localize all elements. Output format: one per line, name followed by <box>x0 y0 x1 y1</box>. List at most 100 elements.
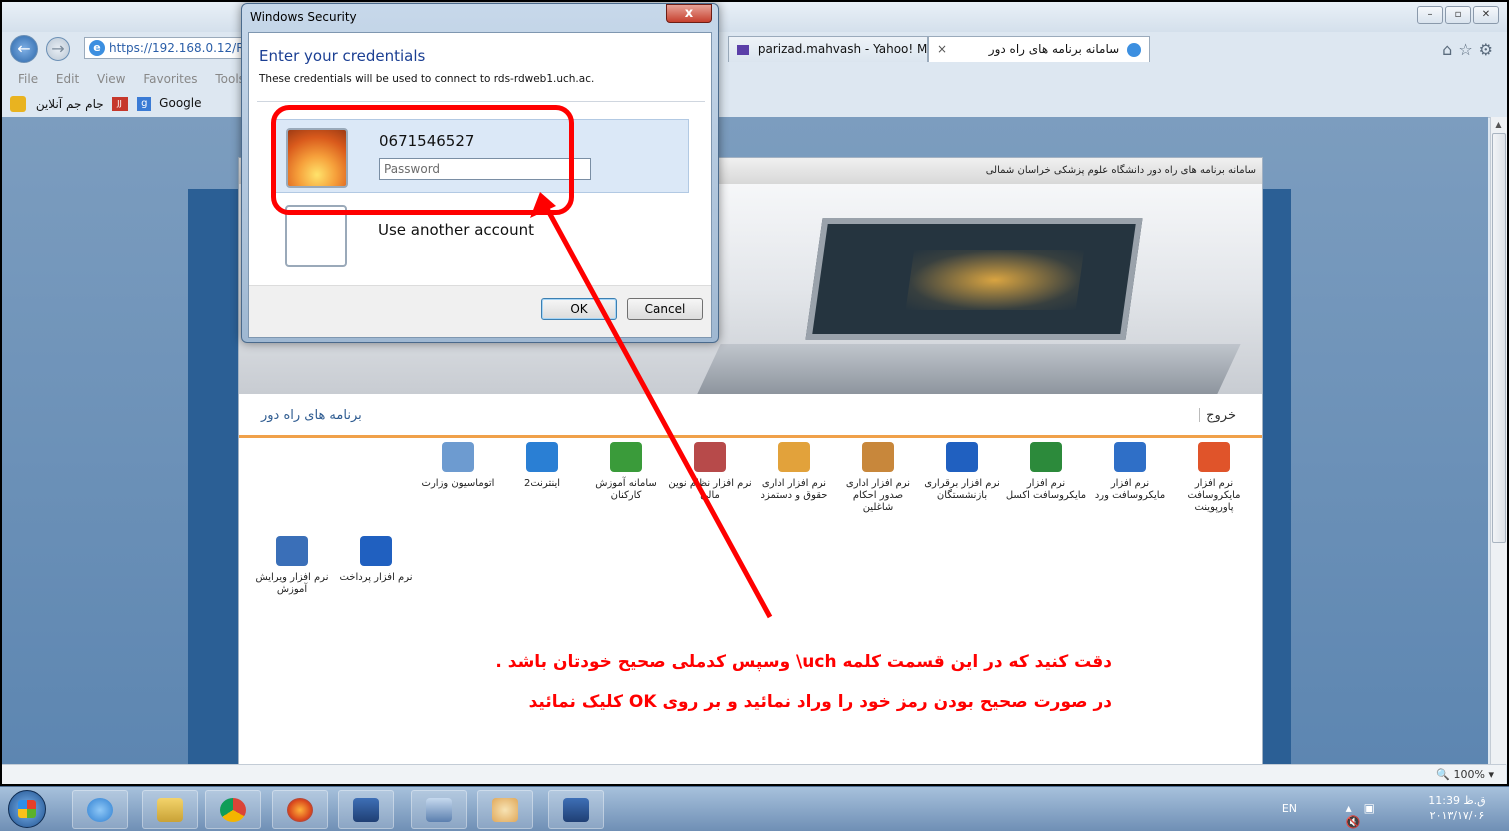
favorite-jamejam[interactable]: جام جم آنلاین <box>36 91 104 117</box>
app-label: نرم افزار اداری صدور احکام شاغلین <box>845 478 911 513</box>
taskbar-explorer[interactable] <box>142 790 198 829</box>
app-pensioners[interactable]: نرم افزار برقراری بازنشستگان <box>920 442 1004 502</box>
favorites-star-icon[interactable]: ☆ <box>1458 40 1478 59</box>
app-label: نرم افزار پرداخت <box>339 572 413 583</box>
taskbar-ie[interactable] <box>72 790 128 829</box>
cancel-button[interactable]: Cancel <box>627 298 703 320</box>
nav-title: برنامه های راه دور <box>261 408 362 423</box>
google-icon: g <box>137 96 152 111</box>
start-button[interactable] <box>8 790 46 828</box>
other-account-tile[interactable]: Use another account <box>273 205 689 275</box>
exit-link[interactable]: خروج <box>1206 408 1236 423</box>
app-employment-orders[interactable]: نرم افزار اداری صدور احکام شاغلین <box>836 442 920 514</box>
forward-button[interactable]: → <box>46 37 70 61</box>
tab-label: سامانه برنامه های راه دور <box>988 42 1120 56</box>
dialog-divider <box>257 101 705 102</box>
app-powerpoint[interactable]: نرم افزار مایکروسافت پاورپوینت <box>1172 442 1256 514</box>
network-icon <box>426 798 452 822</box>
address-bar[interactable]: e https://192.168.0.12/R <box>84 37 244 59</box>
paint-icon <box>492 798 518 822</box>
dialog-heading: Enter your credentials <box>259 47 426 65</box>
instruction-annotation: دقت کنید که در این قسمت کلمه uch\ وسپس ک… <box>312 652 1112 732</box>
education-edit-icon <box>276 536 308 566</box>
app-label: سامانه آموزش کارکنان <box>595 478 657 501</box>
laptop-base-image <box>697 344 1241 394</box>
tab-close-icon[interactable]: × <box>937 37 947 61</box>
clock-date: ۲۰۱۳/۱۷/۰۶ <box>1429 809 1485 822</box>
taskbar-network[interactable] <box>411 790 467 829</box>
firefox-icon <box>287 798 313 822</box>
instruction-line-2: در صورت صحیح بودن رمز خود را وراد نمائید… <box>528 692 1112 712</box>
tab-yahoo-mail[interactable]: parizad.mahvash - Yahoo! Mail <box>728 36 928 62</box>
status-bar: 🔍 100% ▾ <box>2 764 1506 784</box>
menu-bar: File Edit View Favorites Tools <box>2 68 1507 90</box>
highlight-rectangle <box>271 105 574 215</box>
scroll-thumb[interactable] <box>1492 133 1506 543</box>
minimize-button[interactable]: – <box>1417 6 1443 24</box>
clock[interactable]: 11:39 ق.ظ ۲۰۱۳/۱۷/۰۶ <box>1417 793 1497 823</box>
network-tray-icon[interactable]: ▣ <box>1364 801 1387 815</box>
show-hidden-icons-icon[interactable]: ▴ <box>1346 801 1364 815</box>
remote-desktop-icon <box>563 798 589 822</box>
app-payment[interactable]: نرم افزار پرداخت <box>334 536 418 584</box>
gear-icon[interactable]: ⚙ <box>1479 40 1499 59</box>
tab-remote-apps[interactable]: سامانه برنامه های راه دور × <box>928 36 1150 62</box>
other-account-label: Use another account <box>378 221 534 239</box>
ie-icon <box>1127 42 1141 57</box>
language-indicator[interactable]: EN <box>1282 802 1297 815</box>
taskbar-chrome[interactable] <box>205 790 261 829</box>
favorites-star-icon[interactable] <box>10 95 26 112</box>
staff-training-icon <box>610 442 642 472</box>
site-nav: برنامه های راه دور خروج <box>239 394 1262 438</box>
app-staff-training[interactable]: سامانه آموزش کارکنان <box>584 442 668 502</box>
dialog-close-button[interactable]: x <box>666 4 712 23</box>
taskbar-paint[interactable] <box>477 790 533 829</box>
tray-icons: ▴▣🔇 <box>1346 801 1387 829</box>
menu-view[interactable]: View <box>97 72 125 86</box>
app-label: نرم افزار نظام نوین مالی <box>668 478 752 501</box>
volume-muted-icon[interactable]: 🔇 <box>1346 815 1373 829</box>
app-financial-system[interactable]: نرم افزار نظام نوین مالی <box>668 442 752 502</box>
tab-label: parizad.mahvash - Yahoo! Mail <box>757 42 928 56</box>
app-education-edit[interactable]: نرم افزار ویرایش آموزش <box>250 536 334 596</box>
dialog-subtitle: These credentials will be used to connec… <box>259 73 595 85</box>
app-internet2[interactable]: اینترنت2 <box>500 442 584 490</box>
financial-system-icon <box>694 442 726 472</box>
taskbar-remote-desktop-1[interactable] <box>338 790 394 829</box>
app-label: نرم افزار مایکروسافت اکسل <box>1005 478 1087 501</box>
zoom-level[interactable]: 🔍 100% ▾ <box>1436 765 1494 785</box>
taskbar: EN ▴▣🔇 11:39 ق.ظ ۲۰۱۳/۱۷/۰۶ <box>0 786 1509 831</box>
chrome-icon <box>220 798 246 822</box>
app-label: نرم افزار مایکروسافت پاورپوینت <box>1187 478 1241 513</box>
menu-file[interactable]: File <box>18 72 38 86</box>
menu-favorites[interactable]: Favorites <box>143 72 197 86</box>
dialog-title: Windows Security <box>250 10 357 24</box>
vertical-scrollbar[interactable]: ▲ <box>1490 117 1507 764</box>
toolbar-icons: ⌂☆⚙ <box>1442 40 1499 59</box>
ok-button[interactable]: OK <box>541 298 617 320</box>
favorite-google[interactable]: Google <box>159 96 201 110</box>
scroll-up-arrow-icon[interactable]: ▲ <box>1491 117 1506 132</box>
app-excel[interactable]: نرم افزار مایکروسافت اکسل <box>1004 442 1088 502</box>
back-button[interactable]: ← <box>10 35 38 63</box>
windows-logo-icon <box>18 800 36 818</box>
employment-orders-icon <box>862 442 894 472</box>
maximize-button[interactable]: ▫ <box>1445 6 1471 24</box>
folder-icon <box>157 798 183 822</box>
app-label: نرم افزار ویرایش آموزش <box>255 572 329 595</box>
nav-divider <box>1199 408 1200 422</box>
app-word[interactable]: نرم افزار مایکروسافت ورد <box>1088 442 1172 502</box>
app-ministry-automation[interactable]: اتوماسیون وزارت <box>416 442 500 490</box>
window-controls: – ▫ ✕ <box>1417 6 1499 24</box>
title-bar: – ▫ ✕ <box>2 2 1507 32</box>
app-label: نرم افزار مایکروسافت ورد <box>1094 478 1166 501</box>
taskbar-firefox[interactable] <box>272 790 328 829</box>
navigation-row: ← → e https://192.168.0.12/R parizad.mah… <box>2 32 1507 68</box>
ministry-automation-icon <box>442 442 474 472</box>
menu-edit[interactable]: Edit <box>56 72 79 86</box>
close-window-button[interactable]: ✕ <box>1473 6 1499 24</box>
taskbar-remote-desktop-2[interactable] <box>548 790 604 829</box>
home-icon[interactable]: ⌂ <box>1442 40 1458 59</box>
page-viewport: سامانه برنامه های راه دور دانشگاه علوم پ… <box>2 117 1488 764</box>
app-payroll[interactable]: نرم افزار اداری حقوق و دستمزد <box>752 442 836 502</box>
